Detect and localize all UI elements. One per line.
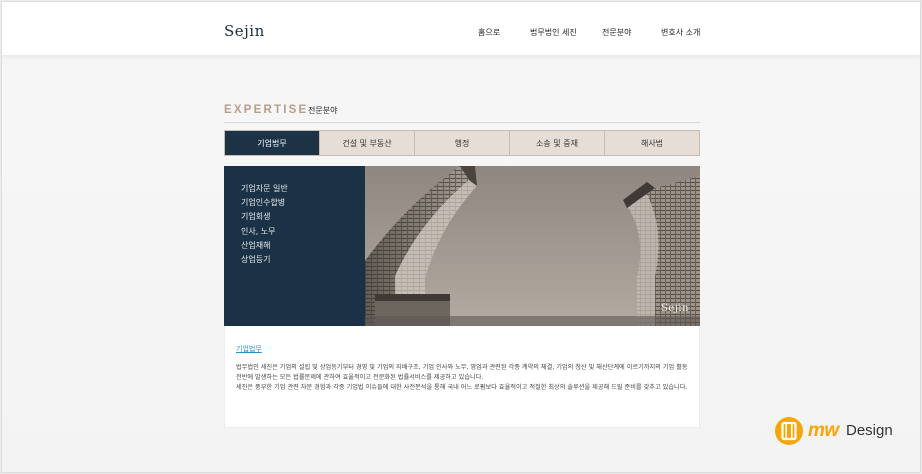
submenu-list: 기업자문 일반 기업인수합병 기업회생 인사, 노무 산업재해 상업등기 xyxy=(241,182,288,267)
skyscraper-image xyxy=(365,166,700,326)
description-paragraph: 세진은 풍부한 기업 관련 자문 경험과 각종 기업법 이슈들에 대한 사전분석… xyxy=(236,384,688,391)
tab-construction-real-estate[interactable]: 건설 및 부동산 xyxy=(319,131,414,155)
description-box: 기업법무 법무법인 세진은 기업의 설립 및 상업등기부터 경영 및 기업의 지… xyxy=(224,326,700,428)
description-heading-link[interactable]: 기업법무 xyxy=(236,344,262,354)
nav-expertise[interactable]: 전문분야 xyxy=(602,27,631,38)
tab-corporate[interactable]: 기업법무 xyxy=(225,131,319,155)
submenu-item-labor[interactable]: 인사, 노무 xyxy=(241,225,288,239)
submenu-item-rehabilitation[interactable]: 기업회생 xyxy=(241,210,288,224)
hero-photo: Sejin xyxy=(365,166,700,326)
submenu-item-industrial-accident[interactable]: 산업재해 xyxy=(241,239,288,253)
tab-litigation-arbitration[interactable]: 소송 및 중재 xyxy=(509,131,604,155)
description-text: 법무법인 세진은 기업의 설립 및 상업등기부터 경영 및 기업의 지배구조, … xyxy=(236,363,691,393)
title-divider xyxy=(224,122,700,123)
submenu-panel: 기업자문 일반 기업인수합병 기업회생 인사, 노무 산업재해 상업등기 xyxy=(224,166,365,326)
submenu-item-commercial-registry[interactable]: 상업등기 xyxy=(241,253,288,267)
expertise-tabs: 기업법무 건설 및 부동산 행정 소송 및 중재 해사법 xyxy=(224,130,700,156)
section-eyebrow: EXPERTISE xyxy=(224,104,309,116)
nav-about-firm[interactable]: 법무법인 세진 xyxy=(530,27,577,38)
nav-lawyers[interactable]: 변호사 소개 xyxy=(661,27,700,38)
photo-watermark: Sejin xyxy=(660,303,689,314)
site-header: Sejin 홈으로 법무법인 세진 전문분야 변호사 소개 xyxy=(2,2,920,55)
description-paragraph: 법무법인 세진은 기업의 설립 및 상업등기부터 경영 및 기업의 지배구조, … xyxy=(236,364,688,381)
section-subtitle: 전문분야 xyxy=(308,106,338,115)
submenu-item-mna[interactable]: 기업인수합병 xyxy=(241,196,288,210)
tab-maritime[interactable]: 해사법 xyxy=(604,131,699,155)
main-nav: 홈으로 법무법인 세진 전문분야 변호사 소개 xyxy=(2,27,920,41)
submenu-item-general-advisory[interactable]: 기업자문 일반 xyxy=(241,182,288,196)
mw-logo-icon xyxy=(775,417,803,445)
brand-mw-text: mw xyxy=(808,420,839,441)
browser-frame: Sejin 홈으로 법무법인 세진 전문분야 변호사 소개 EXPERTISE … xyxy=(1,1,921,473)
brand-design-text: Design xyxy=(846,422,893,439)
mw-design-badge: mw Design xyxy=(774,416,914,446)
nav-home[interactable]: 홈으로 xyxy=(478,27,500,38)
tab-administrative[interactable]: 행정 xyxy=(414,131,509,155)
